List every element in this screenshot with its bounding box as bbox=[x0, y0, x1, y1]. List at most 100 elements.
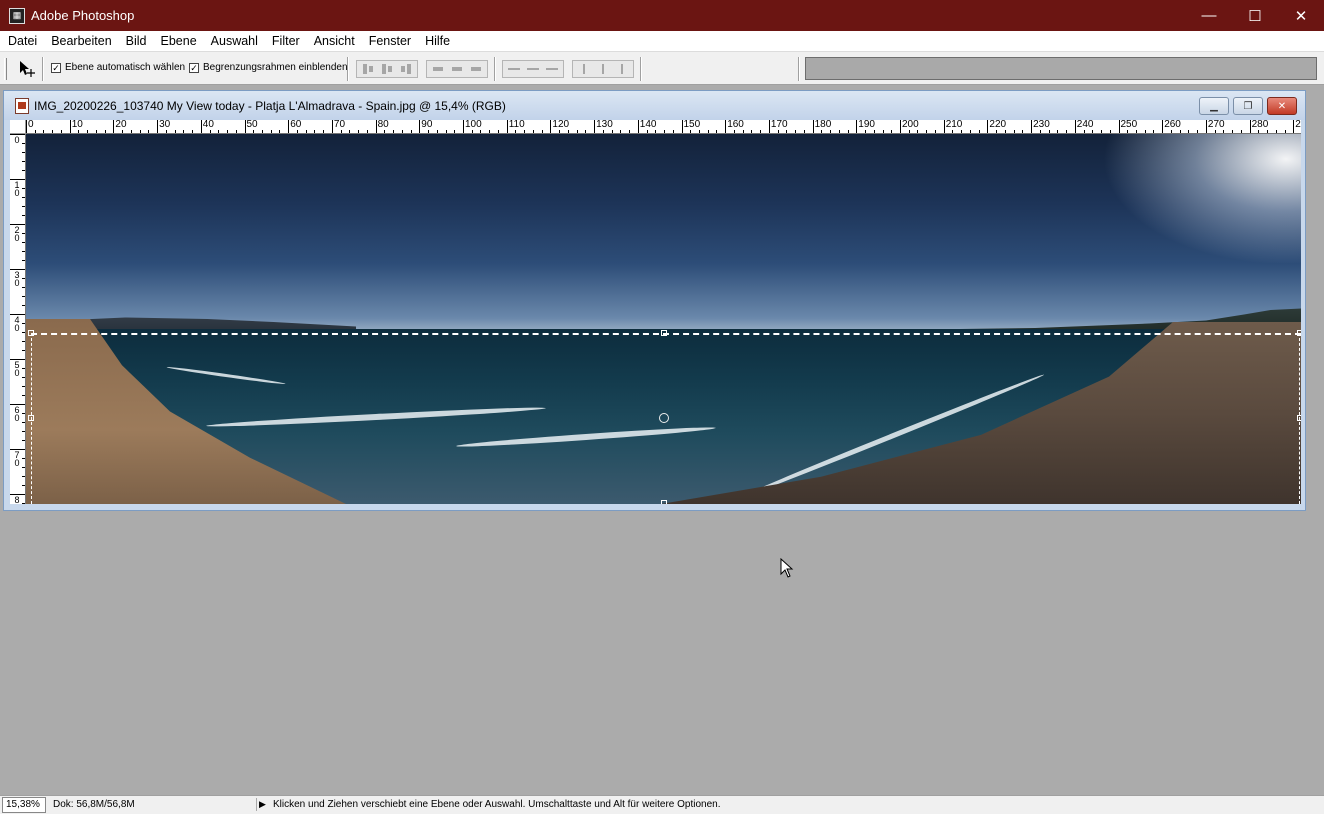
document-size: Dok: 56,8M/56,8M bbox=[53, 799, 135, 810]
menu-bearbeiten[interactable]: Bearbeiten bbox=[44, 31, 118, 51]
align-left-icon[interactable] bbox=[431, 63, 446, 75]
ruler-tick-minor bbox=[401, 130, 403, 133]
ruler-tick-minor bbox=[559, 130, 561, 133]
distribute-top-icon[interactable] bbox=[507, 63, 522, 75]
document-minimize-button[interactable]: ▁ bbox=[1199, 97, 1229, 115]
ruler-tick-minor bbox=[22, 350, 25, 351]
minimize-button[interactable]: — bbox=[1186, 0, 1232, 31]
ruler-tick-minor bbox=[830, 130, 832, 133]
ruler-tick-minor bbox=[1267, 130, 1269, 133]
bounding-box-label: Begrenzungsrahmen einblenden bbox=[203, 62, 348, 73]
document-restore-button[interactable]: ❐ bbox=[1233, 97, 1263, 115]
ruler-tick-minor bbox=[22, 323, 25, 324]
ruler-tick-minor bbox=[130, 130, 132, 133]
ruler-tick-minor bbox=[384, 130, 386, 133]
vertical-ruler[interactable]: 0 10 20 30 40 50 60 70 80 bbox=[10, 134, 26, 504]
ruler-tick-minor bbox=[43, 130, 45, 133]
ruler-label: 70 bbox=[333, 120, 346, 130]
menu-auswahl[interactable]: Auswahl bbox=[204, 31, 265, 51]
ruler-tick-minor bbox=[78, 130, 80, 133]
distribute-right-icon[interactable] bbox=[614, 63, 629, 75]
menu-bild[interactable]: Bild bbox=[119, 31, 154, 51]
ruler-tick-minor bbox=[1066, 130, 1068, 133]
status-menu-arrow-icon[interactable]: ▶ bbox=[256, 798, 268, 811]
ruler-label: 100 bbox=[465, 120, 482, 130]
align-hcenter-icon[interactable] bbox=[449, 63, 464, 75]
transform-handle-bottom-center[interactable] bbox=[661, 500, 667, 504]
ruler-tick-minor bbox=[585, 130, 587, 133]
menu-fenster[interactable]: Fenster bbox=[362, 31, 418, 51]
ruler-tick-minor bbox=[1275, 130, 1277, 133]
align-vcenter-icon[interactable] bbox=[379, 63, 394, 75]
image-canvas[interactable] bbox=[26, 134, 1301, 504]
distribute-vcenter-icon[interactable] bbox=[525, 63, 540, 75]
photoshop-app-icon[interactable]: ▦ bbox=[9, 7, 25, 24]
ruler-tick-minor bbox=[52, 130, 54, 133]
distribute-hcenter-icon[interactable] bbox=[595, 63, 610, 75]
transform-handle-middle-right[interactable] bbox=[1297, 415, 1301, 421]
menu-hilfe[interactable]: Hilfe bbox=[418, 31, 457, 51]
ruler-tick-minor bbox=[611, 130, 613, 133]
options-bar-grip[interactable] bbox=[4, 58, 7, 80]
ruler-label: 2 bbox=[1295, 120, 1301, 130]
ruler-label: 80 bbox=[377, 120, 389, 130]
ruler-tick-minor bbox=[620, 130, 622, 133]
status-message: Klicken und Ziehen verschiebt eine Ebene… bbox=[273, 799, 721, 810]
align-bottom-icon[interactable] bbox=[398, 63, 413, 75]
ruler-tick-minor bbox=[707, 130, 709, 133]
distribute-left-icon[interactable] bbox=[577, 63, 592, 75]
menu-ebene[interactable]: Ebene bbox=[154, 31, 204, 51]
palette-well[interactable] bbox=[805, 57, 1317, 80]
horizontal-ruler[interactable]: 0 10 20 30 40 50 60 70 80 90 100 110 120 130 140 150 160… bbox=[26, 120, 1301, 134]
align-top-icon[interactable] bbox=[361, 63, 376, 75]
align-right-icon[interactable] bbox=[468, 63, 483, 75]
ruler-label: 240 bbox=[1076, 120, 1094, 130]
ruler-tick-minor bbox=[87, 130, 89, 133]
ruler-label: 280 bbox=[1251, 120, 1269, 130]
ruler-origin[interactable] bbox=[10, 120, 26, 134]
ruler-tick-minor bbox=[22, 503, 25, 504]
ruler-tick-minor bbox=[34, 130, 36, 133]
auto-select-label: Ebene automatisch wählen bbox=[65, 62, 186, 73]
bounding-box-option[interactable]: ✓ Begrenzungsrahmen einblenden bbox=[189, 62, 348, 73]
document-close-button[interactable]: ✕ bbox=[1267, 97, 1297, 115]
ruler-tick-minor bbox=[952, 130, 954, 133]
close-button[interactable]: ✕ bbox=[1278, 0, 1324, 31]
bounding-box-checkbox[interactable]: ✓ bbox=[189, 62, 199, 73]
ruler-label: 70 bbox=[14, 450, 20, 468]
auto-select-checkbox[interactable]: ✓ bbox=[51, 62, 61, 73]
separator bbox=[42, 57, 44, 81]
auto-select-option[interactable]: ✓ Ebene automatisch wählen bbox=[51, 62, 185, 73]
distribute-bottom-icon[interactable] bbox=[544, 63, 559, 75]
transform-handle-top-right[interactable] bbox=[1297, 330, 1301, 336]
document-titlebar[interactable]: IMG_20200226_103740 My View today - Plat… bbox=[4, 91, 1305, 120]
ruler-tick-minor bbox=[777, 130, 779, 133]
ruler-tick-minor bbox=[22, 395, 25, 396]
ruler-tick-minor bbox=[174, 130, 176, 133]
zoom-field[interactable]: 15,38% bbox=[2, 797, 46, 813]
ruler-tick-minor bbox=[22, 143, 25, 144]
maximize-button[interactable]: ☐ bbox=[1232, 0, 1278, 31]
ruler-tick-minor bbox=[139, 130, 141, 133]
ruler-tick-minor bbox=[690, 130, 692, 133]
ruler-tick-minor bbox=[733, 130, 735, 133]
transform-handle-middle-left[interactable] bbox=[28, 415, 34, 421]
ruler-tick-minor bbox=[22, 188, 25, 189]
ruler-tick-minor bbox=[445, 130, 447, 133]
transform-reference-point-icon[interactable] bbox=[659, 413, 669, 423]
ruler-tick-minor bbox=[218, 130, 220, 133]
menu-ansicht[interactable]: Ansicht bbox=[307, 31, 362, 51]
ruler-label: 40 bbox=[202, 120, 214, 130]
move-tool-icon[interactable] bbox=[18, 60, 36, 78]
menu-filter[interactable]: Filter bbox=[265, 31, 307, 51]
ruler-tick-minor bbox=[209, 130, 211, 133]
ruler-tick-minor bbox=[22, 341, 25, 342]
ruler-tick-minor bbox=[148, 130, 150, 133]
menu-datei[interactable]: Datei bbox=[0, 31, 44, 51]
transform-handle-top-center[interactable] bbox=[661, 330, 667, 336]
ruler-tick-minor bbox=[349, 130, 351, 133]
options-bar: ✓ Ebene automatisch wählen ✓ Begrenzungs… bbox=[0, 51, 1324, 85]
separator bbox=[347, 57, 349, 81]
app-title: Adobe Photoshop bbox=[31, 8, 135, 23]
transform-handle-top-left[interactable] bbox=[28, 330, 34, 336]
